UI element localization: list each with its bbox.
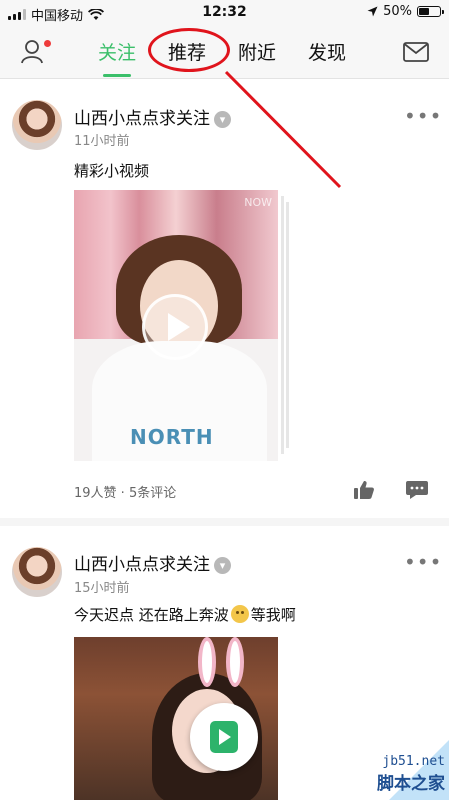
bunny-ear (198, 637, 216, 687)
post-caption: 精彩小视频 (74, 162, 150, 180)
video-stack-edge (281, 196, 284, 454)
verified-icon: ▾ (214, 557, 231, 574)
play-icon[interactable] (142, 294, 208, 360)
annotation-arrow (224, 70, 342, 189)
comment-button[interactable] (405, 480, 429, 502)
watermark-name: 脚本之家 (377, 774, 445, 794)
dizzy-face-emoji (230, 605, 249, 623)
now-logo-icon[interactable] (190, 703, 258, 771)
post-time: 15小时前 (74, 581, 130, 596)
bunny-ear (226, 637, 244, 687)
post-divider (0, 518, 449, 526)
author-avatar[interactable] (12, 100, 62, 150)
video-thumbnail[interactable]: NORTH NOW (74, 190, 278, 461)
post-time: 11小时前 (74, 134, 130, 149)
video-stack-edge (286, 202, 289, 448)
author-name[interactable]: 山西小点点求关注 ▾ (74, 550, 231, 575)
verified-icon: ▾ (214, 111, 231, 128)
like-button[interactable] (353, 480, 377, 502)
post-stats: 19人赞 · 5条评论 (74, 486, 177, 501)
author-avatar[interactable] (12, 547, 62, 597)
comment-icon (406, 481, 428, 499)
more-options-button[interactable]: ••• (404, 104, 442, 128)
author-name[interactable]: 山西小点点求关注 ▾ (74, 104, 231, 129)
thumbs-up-icon (354, 481, 374, 499)
more-options-button[interactable]: ••• (404, 550, 442, 574)
site-watermark: jb51.net 脚本之家 (377, 754, 445, 794)
watermark-url: jb51.net (382, 754, 445, 769)
post-caption: 今天迟点 还在路上奔波 等我啊 (74, 605, 296, 624)
video-thumbnail[interactable] (74, 637, 278, 800)
shirt-print: NORTH (130, 425, 214, 449)
video-watermark: NOW (244, 196, 272, 209)
